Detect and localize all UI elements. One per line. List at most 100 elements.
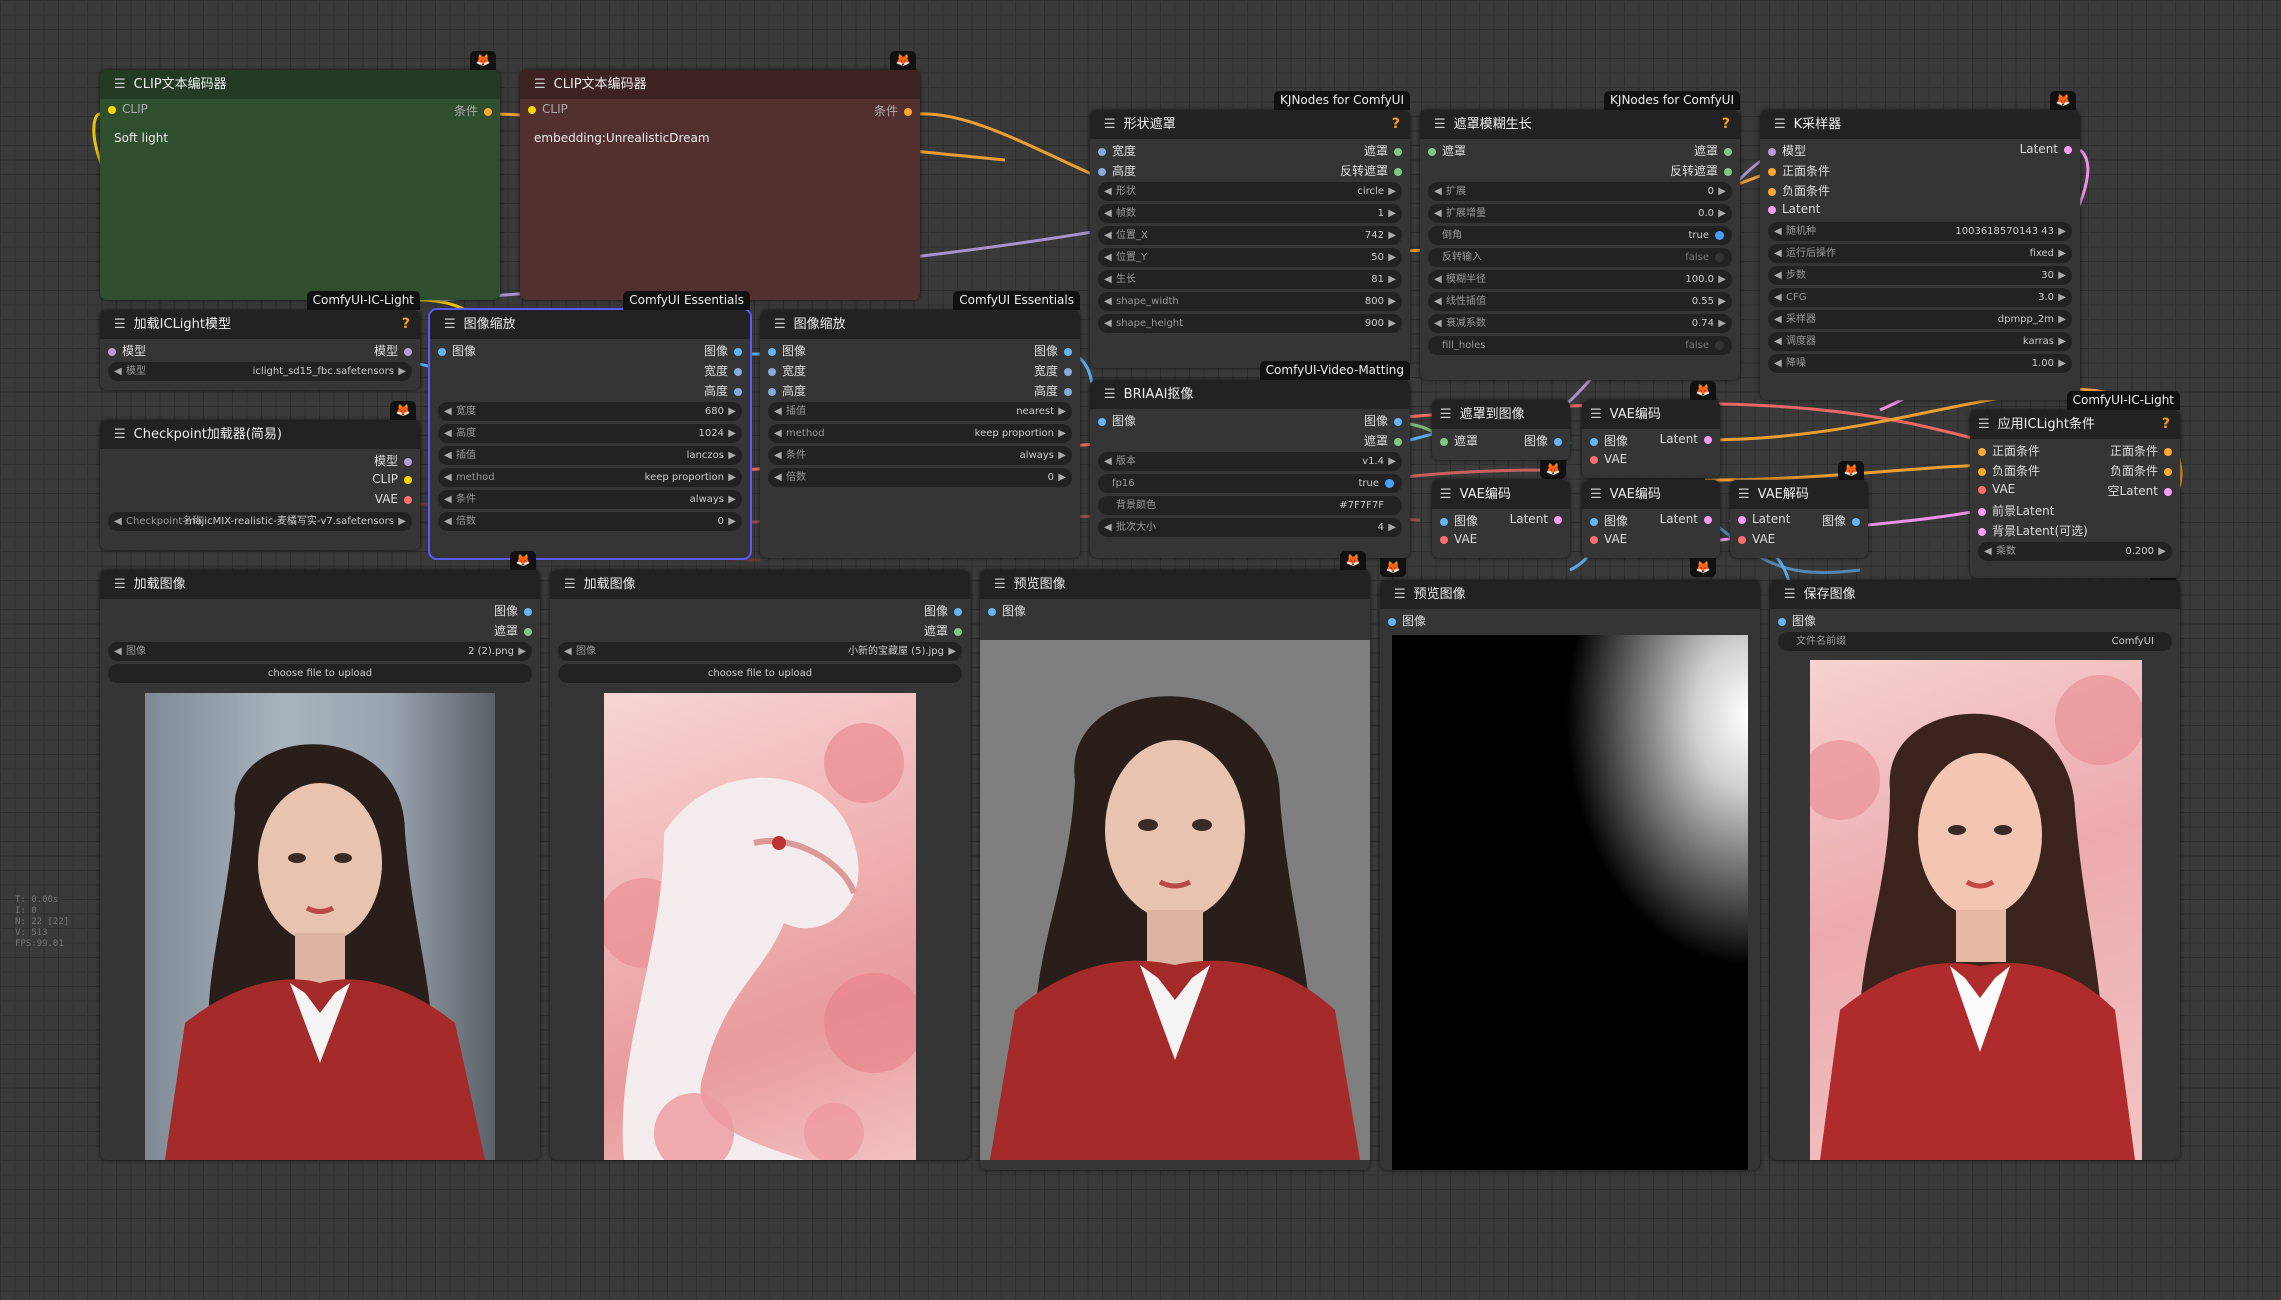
menu-icon[interactable]: ☰	[114, 70, 126, 99]
preview-image-node-2[interactable]: ☰ 预览图像 图像	[1380, 580, 1760, 1170]
vae-input-port[interactable]: VAE	[1590, 452, 1627, 466]
position-x-widget[interactable]: ◀ 位置_X 742 ▶	[1098, 226, 1402, 245]
menu-icon[interactable]: ☰	[1440, 480, 1452, 509]
node-title[interactable]: ☰ 形状遮罩?	[1090, 110, 1410, 139]
node-title[interactable]: ☰ VAE编码	[1582, 400, 1720, 429]
node-title[interactable]: ☰ 图像缩放	[430, 310, 750, 339]
image-input-port[interactable]: 图像	[768, 342, 806, 359]
multiplier-widget[interactable]: ◀ 乘数 0.200 ▶	[1978, 542, 2172, 561]
fp16-toggle[interactable]: fp16 true	[1098, 474, 1402, 493]
prompt-textarea[interactable]: Soft light	[108, 127, 492, 149]
model-input-port[interactable]: 模型	[1768, 142, 1806, 159]
inverted-mask-output-port[interactable]: 反转遮罩	[1340, 162, 1402, 179]
menu-icon[interactable]: ☰	[1104, 110, 1116, 139]
model-output-port[interactable]: 模型	[374, 452, 412, 469]
conditioning-output-port[interactable]: 条件	[874, 102, 912, 119]
image-input-port[interactable]: 图像	[1590, 432, 1628, 449]
image-input-port[interactable]: 图像	[1590, 512, 1628, 529]
incremental-expand-widget[interactable]: ◀ 扩展增量 0.0 ▶	[1428, 204, 1732, 223]
image-output-port[interactable]: 图像	[494, 602, 532, 619]
image-output-port[interactable]: 图像	[1524, 432, 1562, 449]
negative-output-port[interactable]: 负面条件	[2110, 462, 2172, 479]
vae-encode-node-3[interactable]: 🦊 ☰ VAE编码 图像 Latent VAE	[1582, 480, 1720, 577]
node-title[interactable]: ☰ CLIP文本编码器	[100, 70, 500, 99]
image-input-port[interactable]: 图像	[1778, 612, 1816, 629]
upload-button[interactable]: choose file to upload	[558, 664, 962, 683]
help-icon[interactable]: ?	[1392, 110, 1400, 139]
control-after-generate-widget[interactable]: ◀ 运行后操作 fixed ▶	[1768, 244, 2072, 263]
model-name-widget[interactable]: ◀ 模型 iclight_sd15_fbc.safetensors ▶	[108, 362, 412, 381]
prompt-textarea[interactable]: embedding:UnrealisticDream	[528, 127, 912, 149]
clip-output-port[interactable]: CLIP	[372, 472, 412, 486]
inverted-mask-output-port[interactable]: 反转遮罩	[1670, 162, 1732, 179]
node-title[interactable]: ☰ VAE编码	[1432, 480, 1570, 509]
background-latent-input-port[interactable]: 背景Latent(可选)	[1978, 522, 2088, 539]
negative-input-port[interactable]: 负面条件	[1978, 462, 2040, 479]
shape-width-widget[interactable]: ◀ shape_width 800 ▶	[1098, 292, 1402, 311]
menu-icon[interactable]: ☰	[1738, 480, 1750, 509]
load-image-node-2[interactable]: ☰ 加载图像 图像 遮罩 ◀ 图像 小新的宝藏屋 (5).jpg ▶ choose fi…	[550, 570, 970, 1160]
model-input-port[interactable]: 模型	[108, 342, 146, 359]
menu-icon[interactable]: ☰	[1774, 110, 1786, 139]
interpolation-widget[interactable]: ◀ 插值 nearest ▶	[768, 402, 1072, 421]
image-input-port[interactable]: 图像	[1388, 612, 1426, 629]
width-output-port[interactable]: 宽度	[704, 362, 742, 379]
image-resize-node-1[interactable]: ComfyUI Essentials ☰ 图像缩放 图像 图像 宽度 高度 ◀ 宽度 6…	[428, 291, 752, 560]
grow-widget[interactable]: ◀ 生长 81 ▶	[1098, 270, 1402, 289]
node-title[interactable]: ☰ 遮罩模糊生长?	[1420, 110, 1740, 139]
blur-radius-widget[interactable]: ◀ 模糊半径 100.0 ▶	[1428, 270, 1732, 289]
image-input-port[interactable]: 图像	[1098, 412, 1136, 429]
cfg-widget[interactable]: ◀ CFG 3.0 ▶	[1768, 288, 2072, 307]
node-title[interactable]: ☰ VAE编码	[1582, 480, 1720, 509]
node-title[interactable]: ☰ 加载ICLight模型?	[100, 310, 420, 339]
condition-widget[interactable]: ◀ 条件 always ▶	[438, 490, 742, 509]
width-input-port[interactable]: 宽度	[768, 362, 806, 379]
frames-widget[interactable]: ◀ 帧数 1 ▶	[1098, 204, 1402, 223]
flip-input-toggle[interactable]: 反转输入 false	[1428, 248, 1732, 267]
vae-decode-node[interactable]: 🦊 ☰ VAE解码 Latent 图像 VAE	[1730, 461, 1868, 558]
menu-icon[interactable]: ☰	[1978, 410, 1990, 439]
mask-to-image-node[interactable]: 🦊 ☰ 遮罩到图像 遮罩 图像	[1432, 400, 1570, 479]
version-widget[interactable]: ◀ 版本 v1.4 ▶	[1098, 452, 1402, 471]
model-output-port[interactable]: 模型	[374, 342, 412, 359]
menu-icon[interactable]: ☰	[1784, 580, 1796, 609]
positive-input-port[interactable]: 正面条件	[1768, 162, 1830, 179]
save-image-node[interactable]: ☰ 保存图像 图像 文件名前缀 ComfyUI	[1770, 580, 2180, 1160]
condition-widget[interactable]: ◀ 条件 always ▶	[768, 446, 1072, 465]
vae-encode-node-2[interactable]: ☰ VAE编码 图像 Latent VAE	[1432, 480, 1570, 558]
latent-output-port[interactable]: Latent	[2020, 142, 2072, 156]
multiple-widget[interactable]: ◀ 倍数 0 ▶	[438, 512, 742, 531]
scheduler-widget[interactable]: ◀ 调度器 karras ▶	[1768, 332, 2072, 351]
node-title[interactable]: ☰ 加载图像	[100, 570, 540, 599]
ksampler-node[interactable]: 🦊 ☰ K采样器 模型 Latent 正面条件 负面条件 Latent ◀ 随机种 10…	[1760, 91, 2080, 400]
steps-widget[interactable]: ◀ 步数 30 ▶	[1768, 266, 2072, 285]
menu-icon[interactable]: ☰	[444, 310, 456, 339]
image-input-port[interactable]: 图像	[1440, 512, 1478, 529]
node-title[interactable]: ☰ 保存图像	[1770, 580, 2180, 609]
vae-input-port[interactable]: VAE	[1738, 532, 1775, 546]
latent-output-port[interactable]: Latent	[1510, 512, 1562, 526]
bg-color-widget[interactable]: 背景颜色 #7F7F7F	[1098, 496, 1402, 515]
shape-mask-node[interactable]: KJNodes for ComfyUI ☰ 形状遮罩? 宽度 遮罩 高度 反转遮罩 ◀…	[1090, 91, 1410, 368]
help-icon[interactable]: ?	[2162, 410, 2170, 439]
latent-input-port[interactable]: Latent	[1768, 202, 1820, 216]
width-output-port[interactable]: 宽度	[1034, 362, 1072, 379]
help-icon[interactable]: ?	[1722, 110, 1730, 139]
clip-text-encode-positive-node[interactable]: 🦊 ☰ CLIP文本编码器 CLIP 条件 Soft light	[100, 51, 500, 300]
sampler-widget[interactable]: ◀ 采样器 dpmpp_2m ▶	[1768, 310, 2072, 329]
fill-holes-toggle[interactable]: fill_holes false	[1428, 336, 1732, 355]
node-title[interactable]: ☰ 预览图像	[1380, 580, 1760, 609]
mask-input-port[interactable]: 遮罩	[1428, 142, 1466, 159]
menu-icon[interactable]: ☰	[1434, 110, 1446, 139]
node-title[interactable]: ☰ BRIAAI抠像	[1090, 380, 1410, 409]
conditioning-output-port[interactable]: 条件	[454, 102, 492, 119]
menu-icon[interactable]: ☰	[1590, 480, 1602, 509]
width-widget[interactable]: ◀ 宽度 680 ▶	[438, 402, 742, 421]
node-title[interactable]: ☰ VAE解码	[1730, 480, 1868, 509]
negative-input-port[interactable]: 负面条件	[1768, 182, 1830, 199]
briaai-matting-node[interactable]: ComfyUI-Video-Matting 🦊 ☰ BRIAAI抠像 图像 图像 遮…	[1090, 361, 1410, 577]
height-output-port[interactable]: 高度	[704, 382, 742, 399]
node-title[interactable]: ☰ 应用ICLight条件?	[1970, 410, 2180, 439]
positive-input-port[interactable]: 正面条件	[1978, 442, 2040, 459]
ckpt-name-widget[interactable]: ◀ Checkpoint名称 majicMIX-realistic-麦橘写实-v7.…	[108, 512, 412, 531]
